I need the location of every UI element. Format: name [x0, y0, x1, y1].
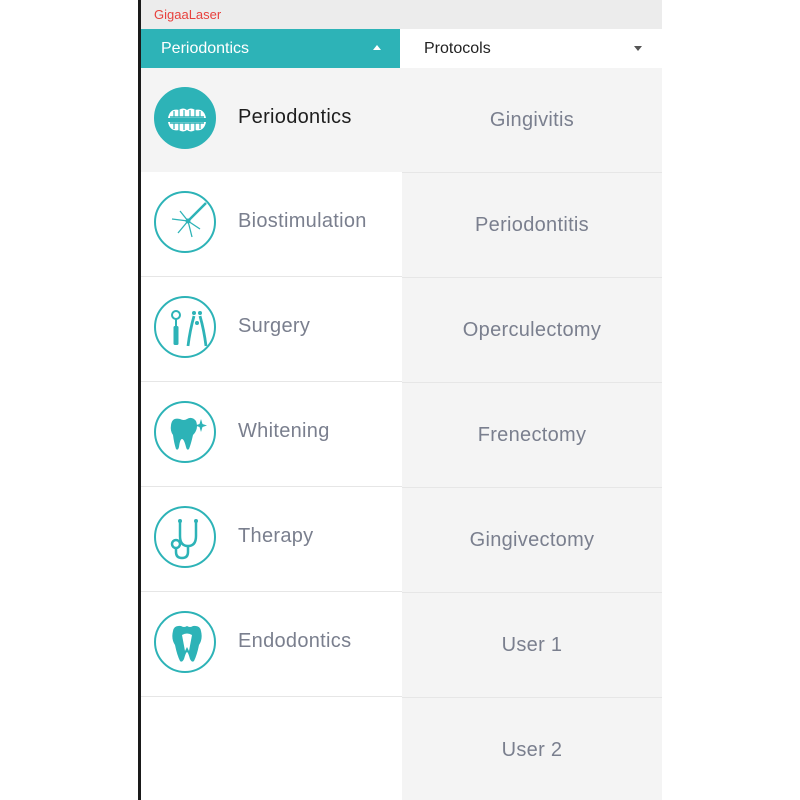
category-item-surgery[interactable]: Surgery: [141, 277, 402, 382]
category-label: Biostimulation: [238, 210, 367, 232]
stethoscope-icon: [154, 506, 216, 568]
category-label: Endodontics: [238, 630, 352, 652]
triangle-up-icon: [373, 45, 381, 50]
category-label: Surgery: [238, 315, 311, 337]
triangle-down-icon: [634, 46, 642, 51]
protocol-item[interactable]: Periodontitis: [402, 173, 662, 278]
dental-tools-icon: [154, 296, 216, 358]
protocol-item[interactable]: User 1: [402, 593, 662, 698]
protocol-label: User 2: [501, 738, 563, 761]
category-list: Periodontics Biostimulation Surgery Whit…: [141, 68, 402, 800]
sparkle-tooth-icon: [154, 401, 216, 463]
protocol-item[interactable]: Gingivitis: [402, 68, 662, 173]
protocol-item[interactable]: Operculectomy: [402, 278, 662, 383]
protocol-label: Gingivectomy: [469, 528, 595, 551]
tooth-root-icon: [154, 611, 216, 673]
category-label: Whitening: [238, 420, 330, 442]
category-item-biostimulation[interactable]: Biostimulation: [141, 172, 402, 277]
protocol-item[interactable]: Frenectomy: [402, 383, 662, 488]
category-item-therapy[interactable]: Therapy: [141, 487, 402, 592]
teeth-icon: [154, 87, 216, 149]
category-item-periodontics[interactable]: Periodontics: [141, 68, 402, 172]
protocol-label: User 1: [501, 633, 563, 656]
laser-icon: [154, 191, 216, 253]
category-dropdown[interactable]: Periodontics: [141, 29, 400, 68]
protocol-label: Gingivitis: [489, 108, 575, 131]
protocol-label: Periodontitis: [475, 213, 589, 236]
category-label: Periodontics: [238, 106, 352, 128]
title-bar: GigaaLaser: [141, 0, 662, 29]
protocol-list: Gingivitis Periodontitis Operculectomy F…: [402, 68, 662, 800]
protocol-label: Frenectomy: [477, 423, 587, 446]
protocol-dropdown[interactable]: Protocols: [400, 29, 662, 68]
protocol-item[interactable]: Gingivectomy: [402, 488, 662, 593]
category-label: Therapy: [238, 525, 314, 547]
category-item-endodontics[interactable]: Endodontics: [141, 592, 402, 697]
category-item-whitening[interactable]: Whitening: [141, 382, 402, 487]
protocol-dropdown-label: Protocols: [424, 40, 491, 57]
protocol-item[interactable]: User 2: [402, 698, 662, 800]
protocol-label: Operculectomy: [462, 318, 602, 341]
empty-category-slot: [141, 697, 402, 800]
category-dropdown-label: Periodontics: [161, 40, 250, 57]
app-screen: GigaaLaser Periodontics Protocols Period…: [141, 0, 662, 800]
app-title: GigaaLaser: [154, 7, 222, 22]
